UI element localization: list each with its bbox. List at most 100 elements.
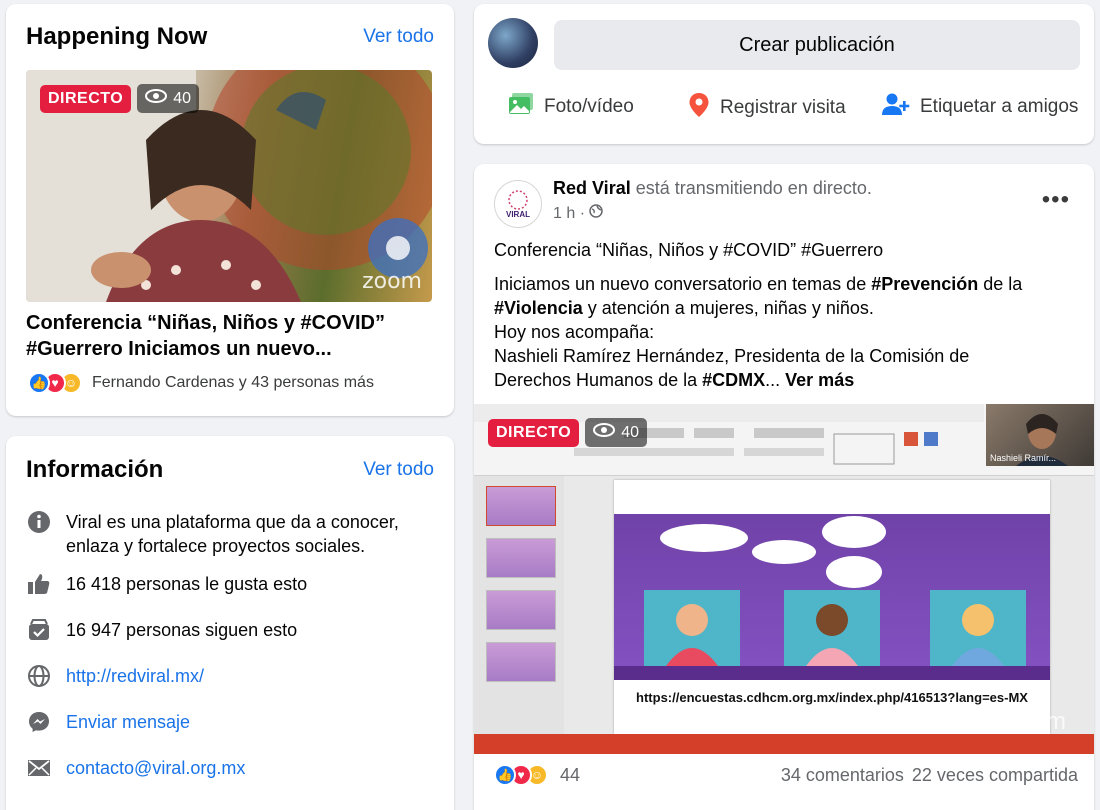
create-post-card: Crear publicación Foto/vídeo Registrar v… (474, 4, 1094, 144)
happening-see-all-link[interactable]: Ver todo (363, 26, 434, 48)
post-reactions[interactable]: 👍 ♥ ☺ 44 (494, 764, 580, 786)
live-video-player[interactable]: https://encuestas.cdhcm.org.mx/index.php… (474, 404, 1094, 754)
thumbs-up-icon (26, 572, 52, 596)
post-viewer-count: 40 (621, 423, 640, 441)
info-followers: 16 947 personas siguen esto (26, 618, 297, 642)
post-body-person-b: Derechos Humanos de la (494, 370, 703, 390)
globe-privacy-icon (589, 204, 603, 223)
check-in-action[interactable]: Registrar visita (688, 92, 846, 124)
speaker-name: Nashieli Ramír... (990, 453, 1057, 463)
post-stats: 34 comentarios 22 veces compartida (781, 765, 1078, 786)
slide-thumbnails-panel (474, 476, 564, 734)
reactions-summary: Fernando Cardenas y 43 personas más (92, 374, 374, 391)
viewer-count: 40 (173, 89, 192, 107)
happening-title: Happening Now (26, 23, 208, 50)
viewer-count-badge: 40 (137, 84, 200, 113)
info-title: Información (26, 456, 164, 483)
post-time[interactable]: 1 h · (553, 205, 585, 223)
post-live-badges: DIRECTO 40 (488, 418, 648, 447)
info-likes-text: 16 418 personas le gusta esto (66, 574, 308, 594)
live-reactions[interactable]: 👍 ♥ ☺ Fernando Cardenas y 43 personas má… (28, 372, 374, 394)
happening-header: Happening Now Ver todo (6, 4, 454, 70)
post-body-person-a: Nashieli Ramírez Hernández, Presidenta d… (494, 346, 970, 366)
follow-icon (26, 618, 52, 642)
post-headline: Conferencia “Niñas, Niños y #COVID” #Gue… (494, 240, 884, 260)
info-see-all-link[interactable]: Ver todo (363, 459, 434, 481)
info-about: Viral es una plataforma que da a conocer… (26, 510, 436, 558)
post-live-badge: DIRECTO (488, 418, 580, 447)
website-link[interactable]: http://redviral.mx/ (66, 664, 204, 688)
post-engagement-bar: 👍 ♥ ☺ 44 34 comentarios 22 veces compart… (494, 764, 1078, 786)
check-in-label: Registrar visita (720, 97, 846, 118)
post-author-avatar[interactable]: VIRAL (494, 180, 542, 228)
information-card: Información Ver todo Viral es una plataf… (6, 436, 454, 810)
reaction-icons: 👍 ♥ ☺ (28, 372, 82, 394)
photo-video-icon (508, 92, 534, 122)
see-more-link[interactable]: Ver más (785, 370, 854, 390)
live-badges: DIRECTO 40 (40, 84, 200, 113)
hashtag-cdmx[interactable]: #CDMX (702, 370, 765, 390)
post-body-accompany: Hoy nos acompaña: (494, 322, 655, 342)
speaker-camera-inset: Nashieli Ramír... (986, 404, 1094, 466)
post-author-name[interactable]: Red Viral (553, 178, 631, 198)
slide-thumbnail[interactable] (486, 642, 556, 682)
slide-illustration (614, 480, 1050, 680)
tag-friends-label: Etiquetar a amigos (920, 96, 1079, 117)
like-reaction-icon: 👍 (494, 764, 516, 786)
comments-count[interactable]: 34 comentarios (781, 765, 904, 786)
info-website[interactable]: http://redviral.mx/ (26, 664, 204, 688)
avatar-logo-text: VIRAL (506, 210, 530, 219)
create-post-button[interactable]: Crear publicación (554, 20, 1080, 70)
post-meta: 1 h · (553, 204, 603, 223)
zoom-watermark: zoom (362, 269, 422, 294)
survey-url: https://encuestas.cdhcm.org.mx/index.php… (636, 690, 1028, 705)
hashtag-prevencion[interactable]: #Prevención (871, 274, 978, 294)
post-reaction-icons: 👍 ♥ ☺ (494, 764, 548, 786)
send-message-link[interactable]: Enviar mensaje (66, 710, 190, 734)
live-video-title[interactable]: Conferencia “Niñas, Niños y #COVID” #Gue… (26, 310, 436, 362)
slide-thumbnail[interactable] (486, 590, 556, 630)
info-email[interactable]: contacto@viral.org.mx (26, 756, 245, 780)
messenger-icon (26, 710, 52, 734)
post-action-text: está transmitiendo en directo. (635, 178, 872, 198)
live-video-thumbnail[interactable]: DIRECTO 40 zoom (26, 70, 432, 302)
mail-icon (26, 756, 52, 780)
shares-count[interactable]: 22 veces compartida (912, 765, 1078, 786)
photo-video-action[interactable]: Foto/vídeo (508, 92, 634, 122)
post-header: Red Viral está transmitiendo en directo. (553, 178, 872, 199)
photo-video-label: Foto/vídeo (544, 96, 634, 117)
post-body: Iniciamos un nuevo conversatorio en tema… (494, 272, 1084, 392)
info-followers-text: 16 947 personas siguen esto (66, 620, 298, 640)
post-body-text-b: de la (978, 274, 1023, 294)
viral-logo-icon: VIRAL (506, 190, 530, 219)
page-avatar[interactable] (488, 18, 538, 68)
presentation-status-bar (474, 734, 1094, 754)
live-badge: DIRECTO (40, 84, 132, 113)
like-reaction-icon: 👍 (28, 372, 50, 394)
tag-friends-action[interactable]: Etiquetar a amigos (882, 92, 1078, 122)
globe-icon (26, 664, 52, 688)
eye-icon (593, 423, 616, 442)
post-body-text-c: y atención a mujeres, niñas y niños. (582, 298, 874, 318)
hashtag-violencia[interactable]: #Violencia (494, 298, 583, 318)
presentation-slide: https://encuestas.cdhcm.org.mx/index.php… (614, 480, 1050, 734)
slide-thumbnail[interactable] (486, 538, 556, 578)
post-body-text-a: Iniciamos un nuevo conversatorio en tema… (494, 274, 872, 294)
email-link[interactable]: contacto@viral.org.mx (66, 756, 245, 780)
zoom-watermark: zoom (1007, 708, 1066, 735)
location-pin-icon (688, 92, 710, 124)
post-reaction-count: 44 (560, 764, 581, 785)
slide-thumbnail[interactable] (486, 486, 556, 526)
slide-drawing (614, 516, 1050, 680)
tag-friends-icon (882, 92, 910, 122)
post-options-button[interactable]: ••• (1042, 186, 1070, 214)
info-header: Información Ver todo (6, 436, 454, 504)
eye-icon (145, 89, 168, 108)
info-likes: 16 418 personas le gusta esto (26, 572, 307, 596)
info-about-text: Viral es una plataforma que da a conocer… (66, 512, 399, 556)
happening-now-card: Happening Now Ver todo DIRECTO 40 zoom C… (6, 4, 454, 416)
info-message[interactable]: Enviar mensaje (26, 710, 190, 734)
info-icon (26, 510, 52, 534)
post-ellipsis: ... (765, 370, 781, 390)
live-post-card: VIRAL Red Viral está transmitiendo en di… (474, 164, 1094, 810)
